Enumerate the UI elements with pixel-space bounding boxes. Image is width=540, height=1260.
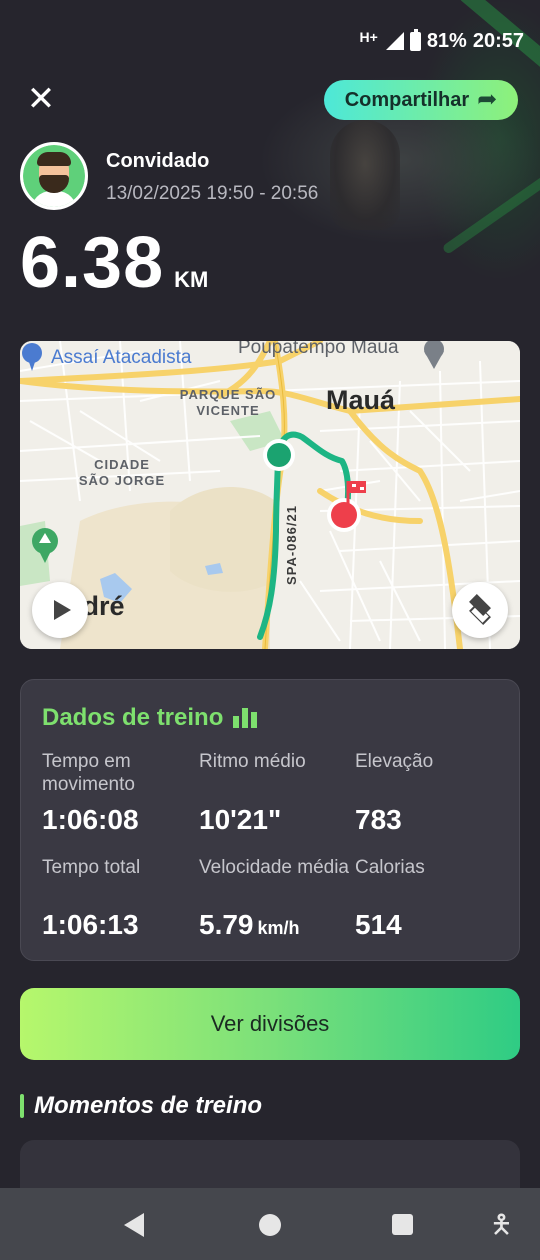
map-city-maua: Mauá <box>326 385 396 415</box>
share-arrow-icon: ➦ <box>477 86 498 113</box>
view-splits-button[interactable]: Ver divisões <box>20 988 520 1060</box>
map-road-label: SPA-086/21 <box>284 505 299 585</box>
back-icon[interactable] <box>124 1213 144 1237</box>
stat-elevation: Elevação <box>355 750 505 773</box>
hero-runner-image <box>330 120 400 230</box>
stat-avg-pace: Ritmo médio <box>199 750 349 773</box>
user-name: Convidado <box>106 150 210 172</box>
stat-total-time-label: Tempo total <box>42 857 141 878</box>
share-button-label: Compartilhar <box>344 88 470 111</box>
status-bar: H+ 81% 20:57 <box>360 26 524 56</box>
section-accent-bar <box>20 1094 24 1118</box>
stat-calories-value: 514 <box>355 909 402 940</box>
workout-stats-card: Dados de treino Tempo em movimento 1:06:… <box>20 679 520 961</box>
battery-icon <box>409 28 421 51</box>
bar-chart-icon <box>233 708 258 728</box>
signal-icon <box>384 32 404 50</box>
system-nav-bar: 🯅 <box>0 1188 540 1260</box>
stat-avg-pace-label: Ritmo médio <box>199 751 306 772</box>
map-poi-poupatempo: Poupatempo Maua <box>238 341 399 358</box>
play-route-button[interactable] <box>32 582 88 638</box>
accessibility-icon[interactable]: 🯅 <box>490 1210 513 1238</box>
route-map[interactable]: Assaí Atacadista Poupatempo Maua PARQUE … <box>20 341 520 649</box>
map-district-cidade-sao-jorge: CIDADE SÃO JORGE <box>78 457 166 488</box>
clock: 20:57 <box>472 29 524 52</box>
stat-calories: Calorias <box>355 856 505 879</box>
moments-heading: Momentos de treino <box>20 1092 262 1120</box>
stat-moving-time: Tempo em movimento <box>42 750 192 796</box>
network-type: H+ <box>359 29 378 45</box>
home-icon[interactable] <box>259 1214 281 1236</box>
stat-moving-time-value: 1:06:08 <box>42 804 139 835</box>
distance: 6.38 KM <box>20 222 208 304</box>
map-layers-button[interactable] <box>452 582 508 638</box>
avatar <box>20 142 88 210</box>
avg-speed-number: 5.79 <box>199 909 254 940</box>
stats-title: Dados de treino <box>42 704 258 732</box>
map-district-parque-sao-vicente: PARQUE SÃO VICENTE <box>179 387 277 418</box>
avg-speed-unit: km/h <box>257 918 300 938</box>
stat-elevation-label: Elevação <box>355 751 434 772</box>
stat-elevation-value: 783 <box>355 804 402 835</box>
stat-moving-time-label: Tempo em movimento <box>42 751 135 795</box>
stat-total-time-value: 1:06:13 <box>42 909 139 940</box>
workout-datetime: 13/02/2025 19:50 - 20:56 <box>106 183 319 204</box>
distance-value: 6.38 <box>20 223 165 303</box>
map-poi-assai: Assaí Atacadista <box>51 347 192 368</box>
stat-avg-pace-value: 10'21" <box>199 804 282 835</box>
layers-icon <box>467 594 493 625</box>
play-icon <box>53 600 71 620</box>
stat-total-time: Tempo total <box>42 856 192 879</box>
stats-title-text: Dados de treino <box>42 704 224 731</box>
stat-avg-speed-value: 5.79 km/h <box>199 909 300 941</box>
close-icon[interactable]: ✕ <box>26 82 56 116</box>
moments-title-text: Momentos de treino <box>34 1092 263 1119</box>
distance-unit: KM <box>174 267 209 292</box>
stat-avg-speed-label: Velocidade média <box>199 857 349 878</box>
stat-avg-speed: Velocidade média <box>199 856 349 879</box>
recents-icon[interactable] <box>392 1214 413 1235</box>
stat-calories-label: Calorias <box>355 857 425 878</box>
share-button[interactable]: Compartilhar ➦ <box>324 80 518 120</box>
battery-percent: 81% <box>426 29 467 52</box>
